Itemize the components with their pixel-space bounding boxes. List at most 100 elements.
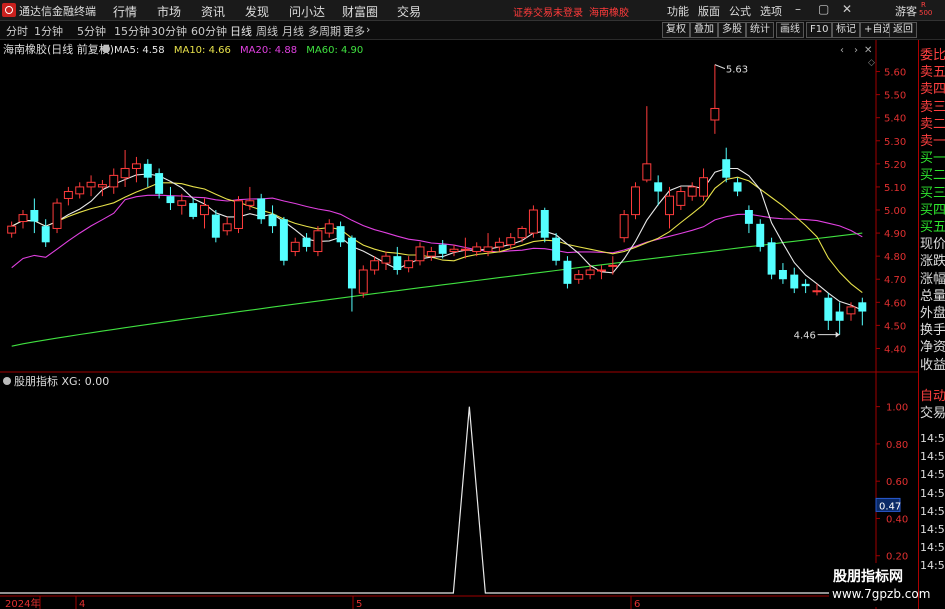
candle-body-up	[313, 230, 323, 253]
period-daily[interactable]: 日线	[230, 23, 252, 39]
stock-label: 海南橡胶(日线 前复权)	[3, 42, 114, 56]
price-tick-label: 5.40	[884, 114, 906, 125]
ma20-label: MA20: 4.88	[240, 45, 297, 56]
price-tick-label: 4.70	[884, 275, 906, 286]
guest-label[interactable]: 游客	[895, 3, 917, 19]
chart-area[interactable]: 海南橡胶(日线 前复权) MA5: 4.58 MA10: 4.66 MA20: …	[0, 40, 918, 609]
tick-time: 14:56	[920, 541, 945, 555]
candle-body-up	[381, 255, 391, 264]
period-weekly[interactable]: 周线	[256, 23, 278, 39]
period-multi[interactable]: 多周期	[308, 23, 341, 39]
candle-body-up	[109, 174, 119, 188]
candle-body-down	[336, 226, 345, 243]
candle-body-up	[517, 227, 527, 239]
menu-market[interactable]: 市场	[157, 3, 181, 20]
candle-body-up	[608, 264, 618, 267]
tick-time: 14:56	[920, 468, 945, 482]
panel-label: 现价	[920, 237, 945, 253]
panel-label: 卖四	[920, 82, 945, 98]
menu-xiaoda[interactable]: 问小达	[289, 3, 325, 20]
chart-expand-icon[interactable]: ◇	[868, 58, 875, 68]
candle-body-down	[143, 163, 152, 178]
mark-button[interactable]: 标记	[832, 22, 860, 38]
ma10-label: MA10: 4.66	[174, 45, 231, 56]
menu-options[interactable]: 选项	[760, 3, 782, 19]
period-monthly[interactable]: 月线	[282, 23, 304, 39]
menu-trade[interactable]: 交易	[397, 3, 421, 20]
price-tick-label: 4.90	[884, 229, 906, 240]
restore-rights-button[interactable]: 复权	[662, 22, 690, 38]
candle-body-down	[257, 198, 266, 220]
candle-body-down	[540, 210, 549, 238]
indicator-settings-icon[interactable]	[3, 377, 11, 385]
candle-body-up	[687, 186, 697, 197]
corner-500: 500	[919, 9, 933, 17]
candle-body-down	[438, 244, 447, 254]
x-axis-label: 2024年	[5, 597, 40, 609]
candle-body-up	[75, 186, 85, 195]
period-more-chevron-icon[interactable]: ›	[366, 23, 370, 36]
period-30min[interactable]: 30分钟	[151, 23, 187, 39]
period-60min[interactable]: 60分钟	[191, 23, 227, 39]
menu-discover[interactable]: 发现	[245, 3, 269, 20]
menu-function[interactable]: 功能	[667, 3, 689, 19]
price-tick-label: 5.30	[884, 137, 906, 148]
app-title: 通达信金融终端	[19, 5, 96, 18]
chart-close-icon[interactable]: ✕	[864, 45, 872, 56]
candle-body-down	[41, 226, 50, 243]
period-more[interactable]: 更多	[343, 23, 365, 39]
period-1min[interactable]: 1分钟	[34, 23, 63, 39]
corner-r: R	[921, 1, 926, 9]
menu-formula[interactable]: 公式	[729, 3, 751, 19]
ma60-label: MA60: 4.90	[306, 45, 363, 56]
multi-stock-button[interactable]: 多股	[718, 22, 746, 38]
panel-label: 买二	[920, 168, 945, 184]
chart-nav-right-icon[interactable]: ›	[854, 45, 858, 56]
candle-body-down	[279, 219, 288, 261]
candle-body-down	[722, 159, 731, 178]
candle-body-up	[18, 214, 28, 223]
menu-news[interactable]: 资讯	[201, 3, 225, 20]
candle-body-down	[744, 210, 753, 224]
chart-nav-left-icon[interactable]: ‹	[840, 45, 844, 56]
menu-layout[interactable]: 版面	[698, 3, 720, 19]
indicator-tick-label: 0.40	[886, 514, 908, 525]
panel-label: 涨跌	[920, 254, 945, 270]
price-tick-label: 5.00	[884, 206, 906, 217]
draw-line-button[interactable]: 画线	[776, 22, 804, 38]
period-intraday[interactable]: 分时	[6, 23, 28, 39]
ma5-label: MA5: 4.58	[114, 45, 165, 56]
f10-button[interactable]: F10	[806, 22, 833, 38]
price-tick-label: 4.40	[884, 344, 906, 355]
candle-body-up	[585, 269, 595, 276]
indicator-tick-label: 0.20	[886, 552, 908, 563]
period-5min[interactable]: 5分钟	[77, 23, 106, 39]
statistics-button[interactable]: 统计	[746, 22, 774, 38]
minimize-icon[interactable]: –	[795, 2, 801, 16]
candle-body-down	[552, 237, 561, 261]
panel-label: 买四	[920, 202, 945, 218]
candle-body-up	[63, 191, 73, 199]
candle-body-up	[358, 269, 368, 294]
ma-settings-icon[interactable]	[102, 45, 110, 53]
restore-icon[interactable]: ▢	[818, 2, 829, 16]
tick-time: 14:56	[920, 450, 945, 464]
candle-body-up	[415, 246, 425, 262]
indicator-tick-label: 1.00	[886, 403, 908, 414]
candle-body-up	[324, 223, 334, 234]
candle-body-down	[778, 270, 787, 280]
overlay-button[interactable]: 叠加	[690, 22, 718, 38]
period-15min[interactable]: 15分钟	[114, 23, 150, 39]
login-warning[interactable]: 证券交易未登录	[513, 4, 583, 19]
close-icon[interactable]: ✕	[842, 2, 852, 16]
x-axis-label: 5	[356, 599, 362, 609]
candle-body-up	[494, 241, 504, 248]
candle-body-up	[7, 225, 17, 234]
menu-quote[interactable]: 行情	[113, 3, 137, 20]
back-button[interactable]: 返回	[889, 22, 917, 38]
menu-wealth-circle[interactable]: 财富圈	[342, 3, 378, 20]
candle-body-down	[393, 256, 402, 270]
candle-body-down	[790, 274, 799, 289]
indicator-tick-label: 0.60	[886, 477, 908, 488]
candle-body-down	[835, 311, 844, 321]
